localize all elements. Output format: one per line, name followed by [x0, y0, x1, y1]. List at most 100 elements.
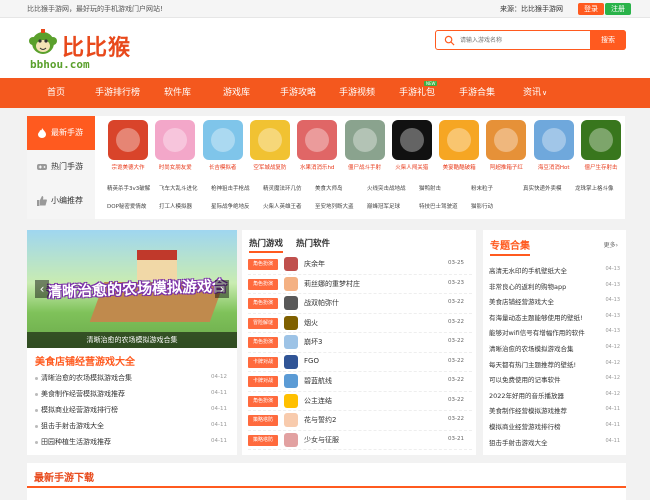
- category-tag[interactable]: 角色扮演: [248, 337, 278, 348]
- game-card[interactable]: 僵尸战斗手射: [340, 120, 390, 171]
- game-icon[interactable]: [391, 120, 432, 160]
- game-name[interactable]: 僵尸战斗手射: [340, 163, 390, 171]
- nav-item-home[interactable]: 首页: [47, 78, 65, 108]
- game-icon[interactable]: [284, 354, 298, 369]
- game-link[interactable]: 猫影行动: [471, 202, 493, 210]
- more-link[interactable]: 更多›: [604, 240, 618, 249]
- hot-game-row[interactable]: 策略塔防 少女与征服 03-21: [248, 431, 472, 450]
- list-item-title[interactable]: 美食制作经营模拟游戏推荐: [41, 389, 125, 399]
- game-icon[interactable]: [581, 120, 621, 160]
- topic-item[interactable]: 可以免费使用的记事软件 04-12: [489, 371, 620, 387]
- topic-item-title[interactable]: 清晰治愈的农场模拟游戏合集: [489, 343, 599, 353]
- topic-item[interactable]: 模拟商业经营游戏排行榜 04-11: [489, 418, 620, 434]
- register-button[interactable]: 注册: [605, 3, 631, 15]
- category-tag[interactable]: 角色扮演: [248, 278, 278, 290]
- game-name[interactable]: 时尚女朋友爱: [150, 163, 200, 171]
- game-card[interactable]: 长吉模拟者: [198, 120, 248, 171]
- game-icon[interactable]: [284, 335, 298, 349]
- game-name[interactable]: 僵尸生存射击: [576, 163, 626, 171]
- chevron-down-icon[interactable]: ∨: [542, 78, 547, 108]
- game-name[interactable]: 火柴人闯关猎: [387, 163, 437, 171]
- game-card[interactable]: 僵尸生存射击: [576, 120, 626, 171]
- list-item-title[interactable]: 模拟商业经营游戏排行榜: [41, 405, 118, 415]
- search-input[interactable]: [460, 33, 590, 47]
- game-name[interactable]: 莉丝娜的重梦村庄: [304, 279, 360, 289]
- game-link[interactable]: 飞车大乱斗进化: [159, 184, 198, 192]
- game-name[interactable]: 庆余年: [304, 259, 325, 269]
- game-card[interactable]: 火柴人闯关猎: [387, 120, 437, 171]
- topic-item-title[interactable]: 有海量动态主题能够使用的壁纸!: [489, 312, 599, 322]
- game-name[interactable]: 长吉模拟者: [198, 163, 248, 171]
- tab-latest[interactable]: 最新手游: [27, 116, 95, 150]
- topic-item[interactable]: 美食制作经营模拟游戏推荐 04-11: [489, 402, 620, 418]
- game-link[interactable]: 至安地列断大盗: [315, 202, 354, 210]
- tab-hot-software[interactable]: 热门软件: [296, 237, 330, 249]
- hot-game-row[interactable]: 角色扮演 庆余年 03-25: [248, 255, 472, 275]
- game-icon[interactable]: [108, 120, 148, 160]
- topic-item-title[interactable]: 狙击手射击游戏大全: [489, 437, 599, 447]
- monkey-logo-icon[interactable]: [28, 28, 58, 58]
- topic-item-title[interactable]: 高清无水印的手机壁纸大全: [489, 265, 599, 275]
- feature-title[interactable]: 美食店铺经营游戏大全: [35, 353, 135, 368]
- topic-item[interactable]: 狙击手射击游戏大全 04-11: [489, 434, 620, 450]
- game-name[interactable]: 公主连结: [304, 396, 332, 406]
- category-tag[interactable]: 冒险解谜: [248, 317, 278, 329]
- game-icon[interactable]: [284, 393, 298, 408]
- hot-game-row[interactable]: 卡牌对战 FGO 03-22: [248, 353, 472, 372]
- nav-item-news[interactable]: 资讯: [523, 78, 541, 108]
- hot-game-row[interactable]: 角色扮演 崩坏3 03-22: [248, 333, 472, 353]
- game-link[interactable]: 猫鸭射击: [419, 184, 441, 192]
- topic-item[interactable]: 有海量动态主题能够使用的壁纸! 04-13: [489, 309, 620, 325]
- list-item[interactable]: 模拟商业经营游戏排行榜 04-11: [27, 402, 237, 418]
- topic-item-title[interactable]: 非常良心的返利的购物app: [489, 281, 599, 291]
- tab-hot[interactable]: 热门手游: [27, 150, 95, 184]
- game-link[interactable]: 龙珠掌上格斗像: [575, 184, 614, 192]
- game-link[interactable]: 星际战争绝地反: [211, 202, 250, 210]
- game-link[interactable]: 精英杀手3v3破解: [107, 184, 150, 192]
- nav-item-videos[interactable]: 手游视频: [339, 78, 375, 108]
- list-item[interactable]: 田园种植生活游戏推荐 04-11: [27, 434, 237, 450]
- category-tag[interactable]: 卡牌对战: [248, 356, 278, 368]
- topic-item[interactable]: 能够对wifi信号有增幅作用的软件 04-13: [489, 324, 620, 340]
- topic-item[interactable]: 清晰治愈的农场模拟游戏合集 04-12: [489, 340, 620, 356]
- game-name[interactable]: 宗诡美德大作: [103, 163, 153, 171]
- next-arrow-icon[interactable]: ›: [215, 280, 229, 298]
- game-link[interactable]: 巅峰冠军足球: [367, 202, 400, 210]
- nav-item-games[interactable]: 游戏库: [223, 78, 250, 108]
- game-icon[interactable]: [249, 120, 290, 160]
- topic-item[interactable]: 非常良心的返利的购物app 04-13: [489, 278, 620, 294]
- game-name[interactable]: 崩坏3: [304, 337, 322, 347]
- hot-game-row[interactable]: 卡牌对战 碧蓝航线 03-22: [248, 372, 472, 392]
- nav-item-software[interactable]: 软件库: [164, 78, 191, 108]
- category-tag[interactable]: 策略塔防: [248, 434, 278, 446]
- topic-item-title[interactable]: 每天都有热门主题推荐的壁纸!: [489, 359, 599, 369]
- game-card[interactable]: 宗诡美德大作: [103, 120, 153, 171]
- topic-item-title[interactable]: 能够对wifi信号有增幅作用的软件: [489, 327, 599, 337]
- category-tag[interactable]: 角色扮演: [248, 395, 278, 407]
- game-link[interactable]: 枪神狙击手枪战: [211, 184, 250, 192]
- nav-item-collections[interactable]: 手游合集: [459, 78, 495, 108]
- nav-item-rank[interactable]: 手游排行榜: [95, 78, 140, 108]
- game-icon[interactable]: [284, 276, 298, 291]
- hot-game-row[interactable]: 冒险解谜 烟火 03-22: [248, 314, 472, 333]
- game-link[interactable]: 美食大师岛: [315, 184, 343, 192]
- game-icon[interactable]: [533, 120, 574, 160]
- game-icon[interactable]: [155, 120, 196, 160]
- game-icon[interactable]: [344, 120, 385, 160]
- category-tag[interactable]: 角色扮演: [248, 298, 278, 309]
- hot-game-row[interactable]: 策略塔防 花与誓约2 03-22: [248, 411, 472, 431]
- topic-item[interactable]: 美食店铺经营游戏大全 04-13: [489, 293, 620, 309]
- game-name[interactable]: 阿超推箱子红: [481, 163, 531, 171]
- game-link[interactable]: 火柴人英雄王者: [263, 202, 302, 210]
- hot-game-row[interactable]: 角色扮演 公主连结 03-22: [248, 392, 472, 411]
- game-icon[interactable]: [439, 120, 480, 160]
- topic-item-title[interactable]: 美食店铺经营游戏大全: [489, 296, 599, 306]
- game-icon[interactable]: [486, 120, 527, 160]
- game-link[interactable]: 火线突击战地战: [367, 184, 406, 192]
- game-link[interactable]: 打工人模拟器: [159, 202, 192, 210]
- topic-item[interactable]: 2022年好用的音乐播放器 04-12: [489, 387, 620, 403]
- game-icon[interactable]: [297, 120, 338, 160]
- hot-game-row[interactable]: 角色扮演 战双帕弥什 03-22: [248, 294, 472, 314]
- login-button[interactable]: 登录: [578, 3, 604, 15]
- list-item[interactable]: 美食制作经营模拟游戏推荐 04-11: [27, 386, 237, 402]
